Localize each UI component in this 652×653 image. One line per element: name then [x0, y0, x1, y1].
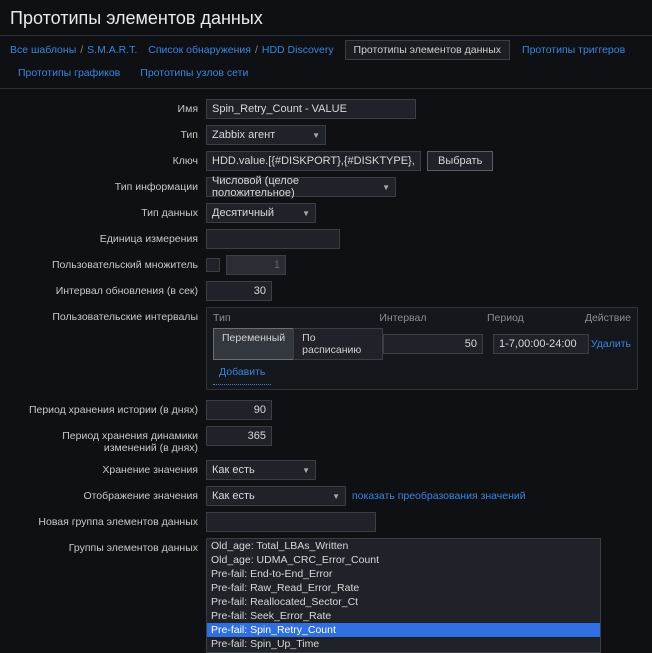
label-multiplier: Пользовательский множитель — [10, 255, 206, 271]
label-data-type: Тип данных — [10, 203, 206, 219]
chevron-down-icon: ▼ — [332, 492, 340, 501]
interval-add-link[interactable]: Добавить — [213, 364, 271, 385]
intervals-box: Тип Интервал Период Действие Переменный … — [206, 307, 638, 390]
show-value-select[interactable]: Как есть ▼ — [206, 486, 346, 506]
update-interval-input[interactable] — [206, 281, 272, 301]
chevron-down-icon: ▼ — [382, 183, 390, 192]
interval-value-input[interactable] — [383, 334, 483, 354]
page-title: Прототипы элементов данных — [0, 0, 652, 35]
group-option[interactable]: Pre-fail: Spin_Retry_Count — [207, 623, 600, 637]
key-input[interactable] — [206, 151, 421, 171]
breadcrumb-smart[interactable]: S.M.A.R.T. — [87, 44, 137, 56]
group-option[interactable]: Pre-fail: Raw_Read_Error_Rate — [207, 581, 600, 595]
store-value-select[interactable]: Как есть ▼ — [206, 460, 316, 480]
intervals-head-action: Действие — [585, 312, 631, 324]
tab-item-prototypes[interactable]: Прототипы элементов данных — [345, 40, 510, 60]
breadcrumb-all-templates[interactable]: Все шаблоны — [10, 44, 76, 56]
info-type-select[interactable]: Числовой (целое положительное) ▼ — [206, 177, 396, 197]
tab-trigger-prototypes[interactable]: Прототипы триггеров — [514, 41, 633, 59]
form: Имя Тип Zabbix агент ▼ Ключ Выбрать Тип … — [0, 89, 652, 653]
new-group-input[interactable] — [206, 512, 376, 532]
store-value: Как есть — [212, 464, 255, 476]
unit-input[interactable] — [206, 229, 340, 249]
label-custom-intervals: Пользовательские интервалы — [10, 307, 206, 323]
label-show-value: Отображение значения — [10, 486, 206, 502]
label-new-group: Новая группа элементов данных — [10, 512, 206, 528]
select-button[interactable]: Выбрать — [427, 151, 493, 171]
groups-listbox[interactable]: Old_age: Total_LBAs_WrittenOld_age: UDMA… — [206, 538, 601, 653]
data-type-value: Десятичный — [212, 207, 274, 219]
type-select-value: Zabbix агент — [212, 129, 275, 141]
breadcrumb-discovery-list[interactable]: Список обнаружения — [148, 44, 251, 56]
info-type-value: Числовой (целое положительное) — [212, 175, 376, 199]
multiplier-checkbox[interactable] — [206, 258, 220, 272]
chevron-down-icon: ▼ — [312, 131, 320, 140]
breadcrumb-hdd-discovery[interactable]: HDD Discovery — [262, 44, 334, 56]
multiplier-value-disabled: 1 — [226, 255, 286, 275]
label-history: Период хранения истории (в днях) — [10, 400, 206, 416]
tab-graph-prototypes[interactable]: Прототипы графиков — [10, 64, 128, 82]
group-option[interactable]: Old_age: Total_LBAs_Written — [207, 539, 600, 553]
group-option[interactable]: Pre-fail: Spin_Up_Time — [207, 637, 600, 651]
chevron-down-icon: ▼ — [302, 466, 310, 475]
label-type: Тип — [10, 125, 206, 141]
label-trends: Период хранения динамики изменений (в дн… — [10, 426, 206, 454]
breadcrumb: Все шаблоны / S.M.A.R.T. Список обнаруже… — [0, 35, 652, 89]
type-select[interactable]: Zabbix агент ▼ — [206, 125, 326, 145]
breadcrumb-sep-icon: / — [255, 44, 258, 56]
breadcrumb-sep-icon: / — [80, 44, 83, 56]
interval-period-input[interactable] — [493, 334, 589, 354]
trends-input[interactable] — [206, 426, 272, 446]
label-unit: Единица измерения — [10, 229, 206, 245]
segment-schedule[interactable]: По расписанию — [293, 328, 383, 360]
tab-host-prototypes[interactable]: Прототипы узлов сети — [132, 64, 256, 82]
label-store-value: Хранение значения — [10, 460, 206, 476]
name-input[interactable] — [206, 99, 416, 119]
group-option[interactable]: Pre-fail: End-to-End_Error — [207, 567, 600, 581]
interval-type-segment: Переменный По расписанию — [213, 328, 383, 360]
show-value-map-link[interactable]: показать преобразования значений — [352, 490, 526, 502]
intervals-head-interval: Интервал — [379, 312, 487, 324]
interval-delete-link[interactable]: Удалить — [591, 338, 631, 350]
group-option[interactable]: Pre-fail: Seek_Error_Rate — [207, 609, 600, 623]
label-update-interval: Интервал обновления (в сек) — [10, 281, 206, 297]
history-input[interactable] — [206, 400, 272, 420]
data-type-select[interactable]: Десятичный ▼ — [206, 203, 316, 223]
intervals-head-period: Период — [487, 312, 585, 324]
group-option[interactable]: Old_age: UDMA_CRC_Error_Count — [207, 553, 600, 567]
group-option[interactable]: Pre-fail: Reallocated_Sector_Ct — [207, 595, 600, 609]
intervals-head-type: Тип — [213, 312, 379, 324]
show-value: Как есть — [212, 490, 255, 502]
chevron-down-icon: ▼ — [302, 209, 310, 218]
label-name: Имя — [10, 99, 206, 115]
label-key: Ключ — [10, 151, 206, 167]
segment-variable[interactable]: Переменный — [213, 328, 293, 360]
label-info-type: Тип информации — [10, 177, 206, 193]
label-groups: Группы элементов данных — [10, 538, 206, 554]
